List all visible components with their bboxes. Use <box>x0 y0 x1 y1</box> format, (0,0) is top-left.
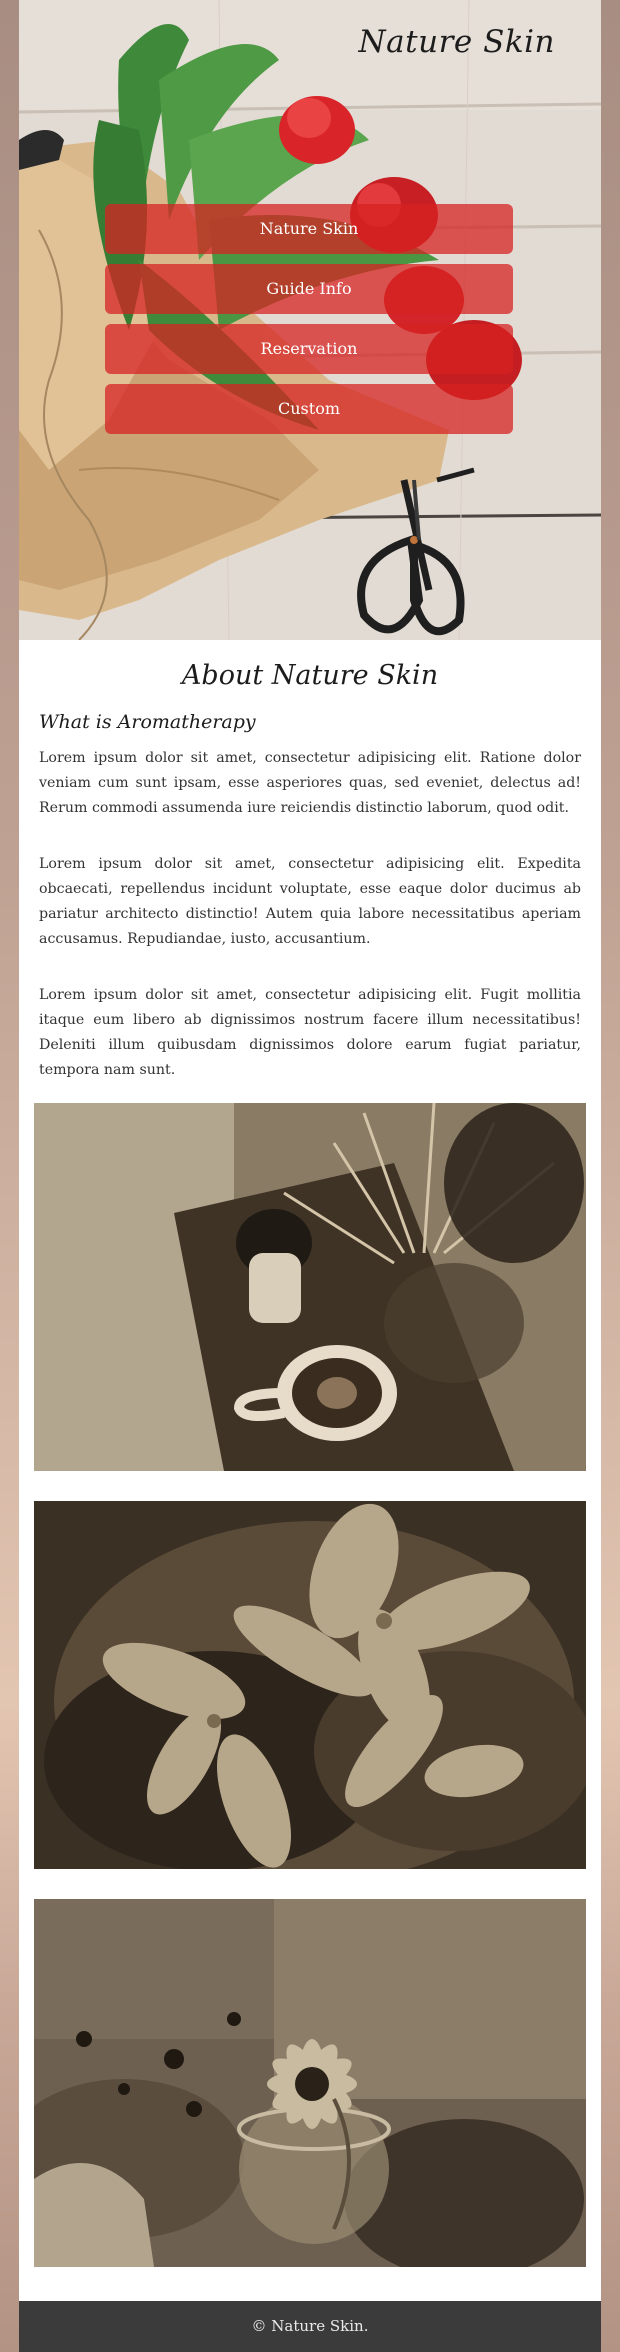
photo-daisy-jar <box>34 1899 586 2267</box>
hero-banner: Nature Skin Nature Skin Guide Info Reser… <box>19 0 601 640</box>
page-container: Nature Skin Nature Skin Guide Info Reser… <box>19 0 601 2352</box>
about-heading: About Nature Skin <box>181 660 439 691</box>
about-paragraph-2: Lorem ipsum dolor sit amet, consectetur … <box>39 856 581 947</box>
about-paragraph-1: Lorem ipsum dolor sit amet, consectetur … <box>39 750 581 816</box>
aromatherapy-subheading: What is Aromatherapy <box>39 711 256 733</box>
photo-coffee-plant <box>34 1103 586 1471</box>
photo-hands-flowers <box>34 1501 586 1869</box>
nav-button-nature-skin[interactable]: Nature Skin <box>105 204 513 254</box>
main-nav: Nature Skin Guide Info Reservation Custo… <box>105 204 513 444</box>
site-footer: © Nature Skin. <box>19 2301 601 2352</box>
nav-button-reservation[interactable]: Reservation <box>105 324 513 374</box>
nav-button-guide-info[interactable]: Guide Info <box>105 264 513 314</box>
about-paragraph-3: Lorem ipsum dolor sit amet, consectetur … <box>39 987 581 1078</box>
brand-logo[interactable]: Nature Skin <box>359 24 555 60</box>
nav-button-custom[interactable]: Custom <box>105 384 513 434</box>
